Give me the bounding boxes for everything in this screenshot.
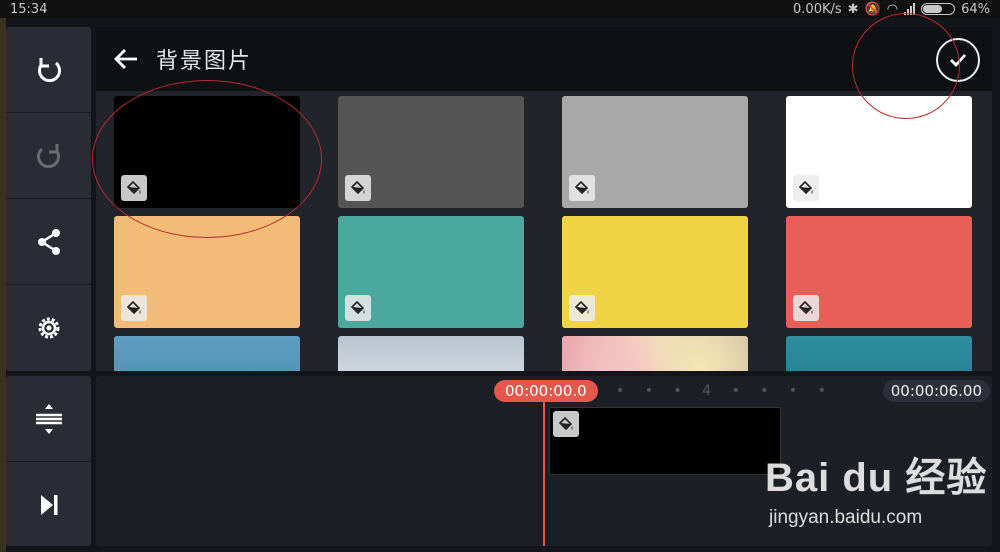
page-title: 背景图片 [156,49,253,74]
share-icon [37,228,60,255]
background-swatch[interactable] [786,336,972,371]
bluetooth-icon: ✱ [847,1,859,17]
settings-button[interactable] [6,285,91,371]
background-swatch[interactable] [338,336,524,371]
ruler-marker: 4 [702,383,720,399]
background-swatch[interactable] [786,216,972,328]
current-time: 00:00:00.0 [494,380,598,402]
undo-button[interactable] [6,27,91,113]
background-swatch[interactable] [562,216,748,328]
status-bar: 15:34 0.00K/s ✱ 🔕 ◠ 64% [0,0,1000,18]
baidu-watermark: Bai du 经验 jingyan.baidu.com [765,445,995,535]
skip-to-end-button[interactable] [6,462,91,548]
total-time: 00:00:06.00 [882,380,990,402]
left-timeline-tools [6,376,91,546]
background-swatch[interactable] [786,96,972,208]
background-swatch[interactable] [562,96,748,208]
paint-bucket-icon [121,295,147,321]
undo-icon [37,57,61,82]
background-swatch[interactable] [338,96,524,208]
timeline-clip[interactable] [549,407,781,475]
annotation-circle-swatch [92,80,322,238]
background-swatch[interactable] [338,216,524,328]
playhead[interactable] [543,400,545,546]
back-button[interactable] [96,27,156,91]
paint-bucket-icon [345,175,371,201]
watermark-logo: Bai du 经验 [765,456,988,500]
battery-percent: 64% [961,1,990,17]
share-button[interactable] [6,199,91,285]
timeline-ruler: • • • 4 • • • • [616,383,834,399]
battery-icon [921,3,956,15]
paint-bucket-icon [793,175,819,201]
paint-bucket-icon [345,295,371,321]
settings-icon [38,317,59,339]
redo-icon [36,143,60,168]
mute-icon: 🔕 [864,1,881,17]
background-swatch[interactable] [562,336,748,371]
redo-button[interactable] [6,113,91,199]
paint-bucket-icon [569,295,595,321]
paint-bucket-icon [553,411,579,437]
split-icon [35,403,62,434]
left-toolbar [6,27,91,371]
split-button[interactable] [6,376,91,462]
skip-to-end-icon [40,495,57,515]
paint-bucket-icon [569,175,595,201]
annotation-circle-confirm [852,13,960,119]
background-swatch[interactable] [114,336,300,371]
paint-bucket-icon [793,295,819,321]
network-speed: 0.00K/s [793,1,842,17]
watermark-url: jingyan.baidu.com [769,507,923,528]
back-arrow-icon [114,49,137,69]
status-time: 15:34 [10,1,48,17]
